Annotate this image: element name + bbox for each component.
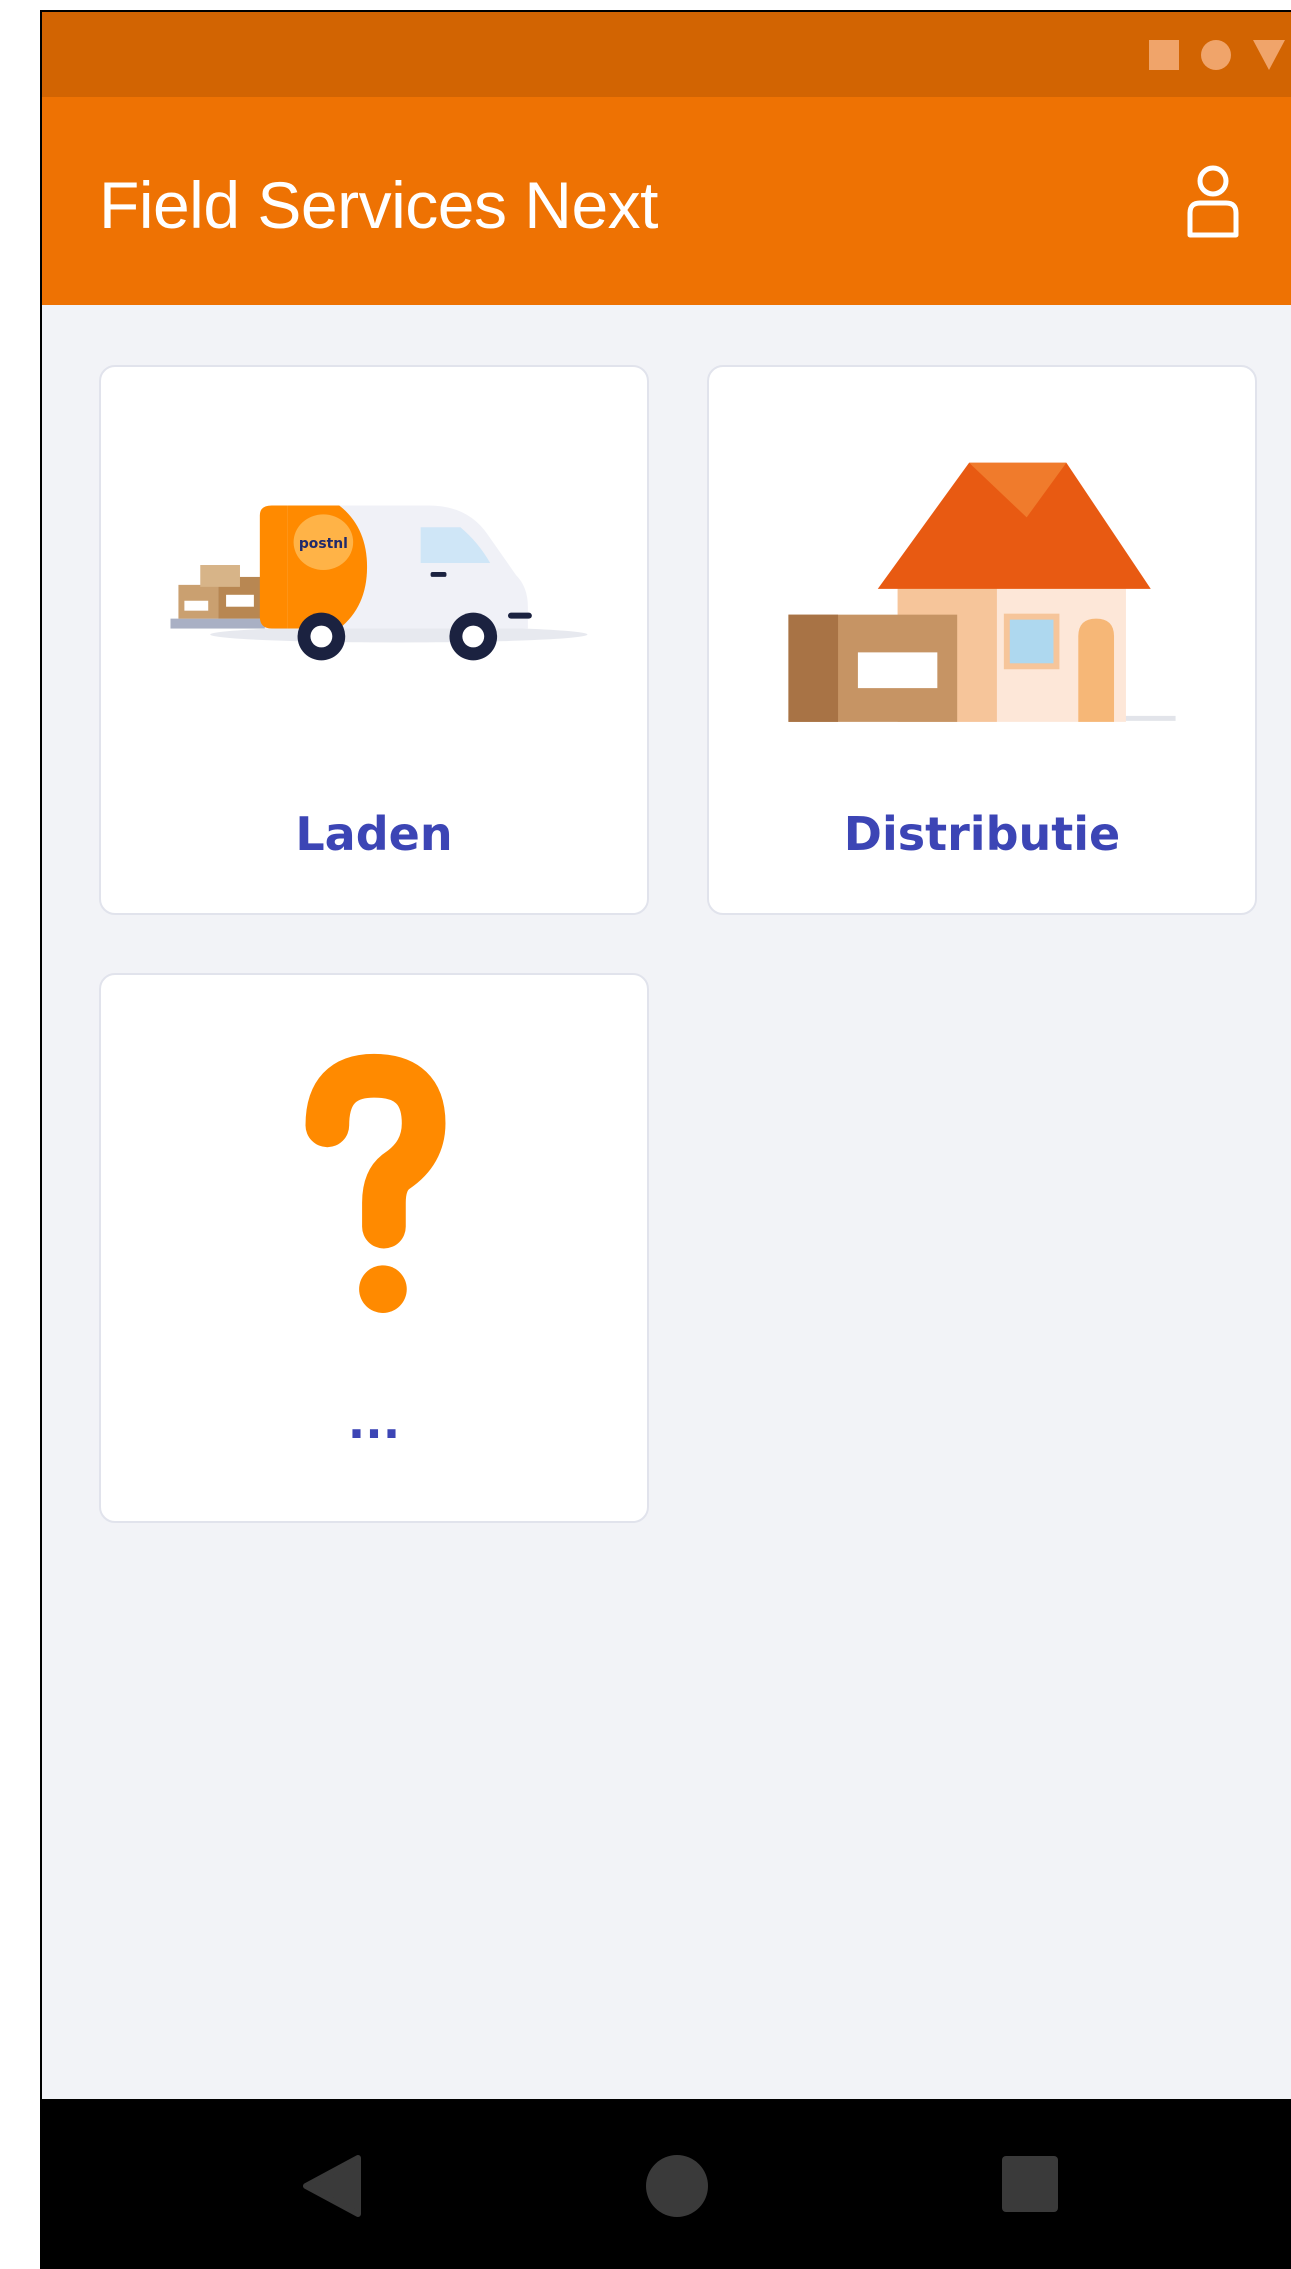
user-icon	[1187, 165, 1239, 238]
square-icon	[1149, 40, 1179, 70]
status-icons	[1149, 40, 1291, 70]
tile-laden[interactable]: postnl Laden	[99, 365, 649, 915]
back-icon[interactable]	[302, 2154, 362, 2218]
tile-label: Distributie	[843, 807, 1121, 861]
house-with-parcel-illustration	[788, 462, 1176, 722]
tile-unknown[interactable]: ...	[99, 973, 649, 1523]
app-title: Field Services Next	[99, 168, 659, 242]
navigation-bar	[42, 2099, 1291, 2269]
device-screen: Field Services Next postnl Laden Distrib…	[40, 10, 1291, 2269]
question-mark-icon	[305, 1053, 446, 1313]
tile-distributie[interactable]: Distributie	[707, 365, 1257, 915]
home-icon[interactable]	[645, 2154, 709, 2218]
delivery-van-illustration: postnl	[170, 505, 588, 661]
app-bar: Field Services Next	[42, 97, 1291, 305]
triangle-down-icon	[1253, 40, 1285, 70]
circle-icon	[1201, 40, 1231, 70]
tile-label: Laden	[295, 807, 453, 861]
status-bar	[42, 12, 1291, 97]
profile-button[interactable]	[1183, 163, 1243, 239]
recents-icon[interactable]	[1000, 2154, 1060, 2214]
postnl-logo-text: postnl	[299, 536, 348, 552]
tile-label: ...	[347, 1395, 401, 1449]
